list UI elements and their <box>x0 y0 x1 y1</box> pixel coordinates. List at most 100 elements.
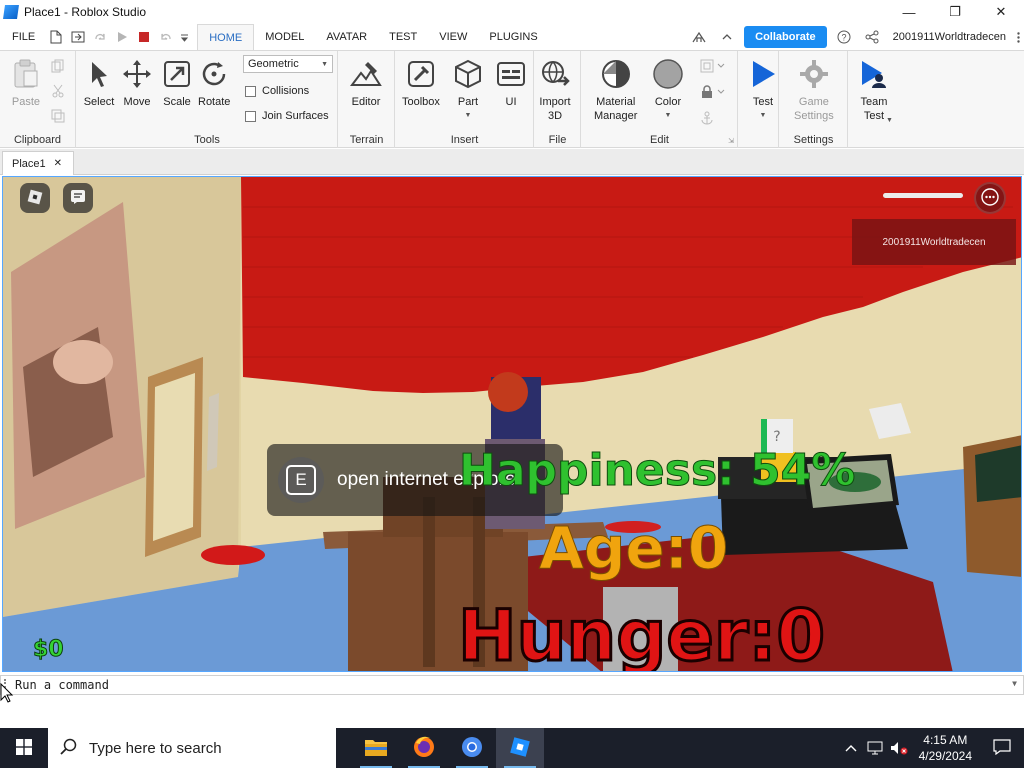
volume-muted-icon[interactable] <box>887 728 911 768</box>
lock-icon[interactable] <box>700 85 726 102</box>
material-manager-button[interactable]: Material Manager <box>594 57 637 123</box>
tab-avatar[interactable]: AVATAR <box>315 24 378 50</box>
chevron-down-icon: ▼ <box>664 112 672 119</box>
show-hidden-icons-chevron-icon[interactable] <box>839 728 863 768</box>
toolbox-button[interactable]: Toolbox <box>402 57 440 109</box>
clipboard-group: Paste Clipboard <box>0 51 76 148</box>
new-file-icon[interactable] <box>45 26 67 48</box>
import-3d-button[interactable]: Import 3D <box>539 57 571 123</box>
taskbar-search[interactable]: Type here to search <box>48 728 336 768</box>
select-tool-button[interactable]: Select <box>83 57 115 109</box>
tab-model[interactable]: MODEL <box>254 24 315 50</box>
notifications-button[interactable] <box>980 728 1024 768</box>
account-username[interactable]: 2001911Worldtradecen <box>893 31 1006 43</box>
system-tray: 4:15 AM 4/29/2024 <box>839 728 1024 768</box>
copy-icon[interactable] <box>51 59 65 76</box>
collaborate-button[interactable]: Collaborate <box>744 26 827 48</box>
collapse-ribbon-icon[interactable] <box>716 26 738 48</box>
terrain-editor-button[interactable]: Editor <box>350 57 382 109</box>
collisions-checkbox[interactable]: Collisions <box>245 85 309 97</box>
ui-button[interactable]: UI <box>495 57 527 109</box>
alerts-icon[interactable] <box>688 26 710 48</box>
tab-home[interactable]: HOME <box>197 24 255 50</box>
firefox-taskbar-button[interactable] <box>400 728 448 768</box>
start-button[interactable] <box>0 728 48 768</box>
network-icon[interactable] <box>863 728 887 768</box>
document-tab-place1[interactable]: Place1 ✕ <box>2 151 74 175</box>
tab-plugins[interactable]: PLUGINS <box>478 24 548 50</box>
chevron-down-icon[interactable]: ▼ <box>1012 679 1017 688</box>
team-test-button[interactable]: Team Test <box>858 57 890 123</box>
clipboard-group-label: Clipboard <box>13 134 62 146</box>
rotate-tool-button[interactable]: Rotate <box>198 57 230 109</box>
play-icon[interactable] <box>111 26 133 48</box>
test-button[interactable]: Test ▼ <box>747 57 779 123</box>
customize-dropdown-icon[interactable] <box>177 26 191 48</box>
keycap-e: E <box>278 457 324 503</box>
hunger-stat: Hunger:0 <box>456 595 826 672</box>
cut-icon[interactable] <box>51 84 65 101</box>
file-menu[interactable]: FILE <box>0 31 45 43</box>
account-menu-icon[interactable] <box>1012 26 1024 48</box>
chevron-down-icon: ▼ <box>759 112 767 119</box>
chrome-taskbar-button[interactable] <box>448 728 496 768</box>
join-surfaces-checkbox[interactable]: Join Surfaces <box>245 110 329 122</box>
redo-icon[interactable] <box>89 26 111 48</box>
expand-icon[interactable]: ⇲ <box>728 137 734 145</box>
undo-icon[interactable] <box>155 26 177 48</box>
paste-button[interactable]: Paste <box>10 57 42 109</box>
duplicate-icon[interactable] <box>51 109 65 126</box>
material-sphere-icon <box>600 57 632 91</box>
roblox-studio-taskbar-button[interactable] <box>496 728 544 768</box>
tools-group-label: Tools <box>194 134 220 146</box>
chat-toggle-button[interactable] <box>63 183 93 213</box>
move-arrows-icon <box>121 57 153 91</box>
mouse-cursor-icon <box>0 683 14 703</box>
checkbox-box <box>245 110 256 122</box>
terrain-group-label: Terrain <box>349 134 384 146</box>
anchor-icon[interactable] <box>700 111 726 128</box>
command-bar[interactable]: Run a command ▼ <box>0 675 1024 695</box>
terrain-icon <box>350 57 382 91</box>
roblox-studio-icon <box>508 735 532 762</box>
edit-group-label: Edit <box>650 134 669 146</box>
chat-icon <box>70 189 86 208</box>
taskbar-clock[interactable]: 4:15 AM 4/29/2024 <box>911 732 980 764</box>
share-icon[interactable] <box>861 26 883 48</box>
scale-tool-button[interactable]: Scale <box>161 57 193 109</box>
ui-window-icon <box>495 57 527 91</box>
minimize-button[interactable]: — <box>886 0 932 24</box>
roblox-menu-button[interactable] <box>20 183 50 213</box>
part-button[interactable]: Part ▼ <box>452 57 484 123</box>
command-input[interactable]: Run a command <box>15 678 109 692</box>
game-viewport[interactable]: ? 2001911Worldtradecen E open internet e… <box>2 176 1022 672</box>
search-placeholder: Type here to search <box>89 739 222 757</box>
move-tool-button[interactable]: Move <box>121 57 153 109</box>
svg-text:?: ? <box>841 33 846 43</box>
tab-view[interactable]: VIEW <box>428 24 478 50</box>
stop-icon[interactable] <box>133 26 155 48</box>
rotate-icon <box>198 57 230 91</box>
close-button[interactable]: ✕ <box>978 0 1024 24</box>
chevron-down-icon: ▼ <box>321 60 328 68</box>
color-button[interactable]: Color ▼ <box>652 57 684 123</box>
cursor-arrow-icon <box>83 57 115 91</box>
help-icon[interactable]: ? <box>833 26 855 48</box>
publish-icon[interactable] <box>67 26 89 48</box>
maximize-button[interactable]: ❐ <box>932 0 978 24</box>
close-tab-icon[interactable]: ✕ <box>54 158 62 169</box>
document-tab-bar: Place1 ✕ <box>0 149 1024 175</box>
file-explorer-taskbar-button[interactable] <box>352 728 400 768</box>
group-icon[interactable] <box>700 59 726 76</box>
topbar-handle <box>883 193 963 198</box>
chrome-icon <box>460 735 484 762</box>
chevron-down-icon[interactable]: ▼ <box>886 117 893 124</box>
sign-text: ? <box>773 429 780 445</box>
search-icon <box>60 738 77 759</box>
more-options-button[interactable] <box>974 182 1006 214</box>
transform-mode-select[interactable]: Geometric ▼ <box>243 55 333 73</box>
tab-test[interactable]: TEST <box>378 24 428 50</box>
game-settings-button[interactable]: Game Settings <box>794 57 834 123</box>
player-list-entry[interactable]: 2001911Worldtradecen <box>852 219 1016 265</box>
windows-logo-icon <box>16 738 32 758</box>
